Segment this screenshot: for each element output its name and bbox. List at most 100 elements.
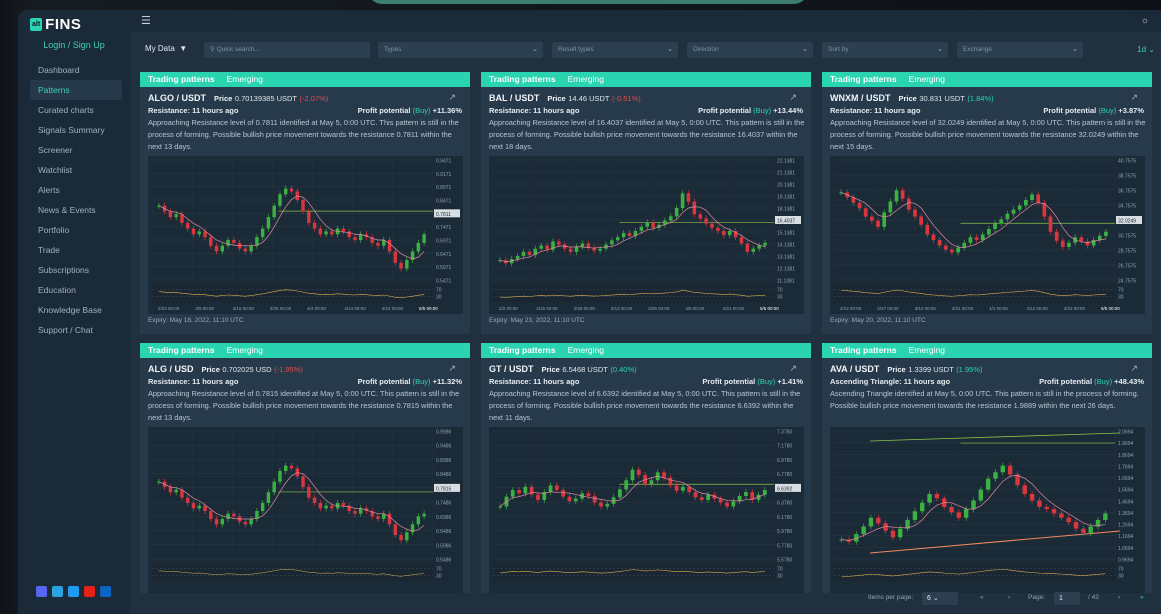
card-tab-trading-patterns[interactable]: Trading patterns <box>830 74 897 84</box>
sidebar-item-knowledge-base[interactable]: Knowledge Base <box>30 300 122 320</box>
telegram-icon[interactable] <box>52 586 63 597</box>
price-change: (0.40%) <box>610 365 637 374</box>
sidebar-item-watchlist[interactable]: Watchlist <box>30 160 122 180</box>
page-input[interactable]: 1 <box>1054 592 1080 605</box>
card-tab-emerging[interactable]: Emerging <box>568 345 604 355</box>
settings-icon[interactable]: ☼ <box>1141 15 1149 25</box>
pair-name[interactable]: AVA / USDT <box>830 364 879 374</box>
pattern-description: Approaching Resistance level of 6.6392 i… <box>489 389 801 422</box>
linkedin-icon[interactable] <box>100 586 111 597</box>
youtube-icon[interactable] <box>84 586 95 597</box>
price-value: 0.702025 USD <box>222 365 272 374</box>
price-chart[interactable]: 22.1381 21.1381 20.1381 19.1381 18.1381 16.40… <box>489 156 804 314</box>
sidebar-item-screener[interactable]: Screener <box>30 140 122 160</box>
first-page-icon[interactable]: « <box>980 594 984 601</box>
pair-name[interactable]: WNXM / USDT <box>830 93 891 103</box>
candle-body <box>586 493 591 496</box>
share-icon[interactable]: ↗ <box>448 92 456 103</box>
pair-name[interactable]: GT / USDT <box>489 364 534 374</box>
sidebar-item-education[interactable]: Education <box>30 280 122 300</box>
pair-name[interactable]: BAL / USDT <box>489 93 539 103</box>
share-icon[interactable]: ↗ <box>789 363 797 374</box>
direction-select[interactable]: Direction ⌄ <box>687 42 813 58</box>
price-chart[interactable]: 2.0694 1.9694 1.8694 1.7694 1.6694 1.5694 1.46… <box>830 427 1145 593</box>
card-tab-emerging[interactable]: Emerging <box>227 345 263 355</box>
last-page-icon[interactable]: » <box>1140 594 1144 601</box>
card-tab-emerging[interactable]: Emerging <box>909 345 945 355</box>
card-tab-trading-patterns[interactable]: Trading patterns <box>830 345 897 355</box>
my-data-filter[interactable]: My Data ▼ <box>145 44 187 53</box>
candle-body <box>529 486 534 495</box>
pair-name[interactable]: ALG / USD <box>148 364 194 374</box>
search-input[interactable]: ⚲ Quick search... <box>204 42 370 58</box>
pattern-card[interactable]: Trading patterns Emerging GT / USDT Price 6… <box>481 343 811 593</box>
share-icon[interactable]: ↗ <box>448 363 456 374</box>
share-icon[interactable]: ↗ <box>1130 92 1138 103</box>
candle-body <box>1000 465 1005 473</box>
candle-body <box>876 517 881 524</box>
card-tab-trading-patterns[interactable]: Trading patterns <box>489 345 556 355</box>
share-icon[interactable]: ↗ <box>789 92 797 103</box>
prev-page-icon[interactable]: ‹ <box>1008 594 1010 601</box>
price-chart[interactable]: 0.9471 0.9171 0.8971 0.8471 0.7811 0.7471 0.69… <box>148 156 463 314</box>
x-tick-label: 3/21 00:00 <box>952 306 974 311</box>
pattern-description: Approaching Resistance level of 0.7815 i… <box>148 389 460 422</box>
sidebar-item-patterns[interactable]: Patterns <box>30 80 122 100</box>
sidebar-item-dashboard[interactable]: Dashboard <box>30 60 122 80</box>
rsi-level-label: 70 <box>777 287 783 293</box>
card-tab-emerging[interactable]: Emerging <box>568 74 604 84</box>
sidebar-item-trade[interactable]: Trade <box>30 240 122 260</box>
price-chart[interactable]: 40.7575 38.7575 36.7575 34.7575 32.0249 30.75… <box>830 156 1145 314</box>
price-chart[interactable]: 0.9986 0.9486 0.8986 0.8486 0.7815 0.7486 0.69… <box>148 427 463 593</box>
price-label: Price <box>887 365 906 374</box>
y-tick-label: 0.8971 <box>436 185 452 191</box>
twitter-icon[interactable] <box>68 586 79 597</box>
my-data-label: My Data <box>145 44 175 53</box>
discord-icon[interactable] <box>36 586 47 597</box>
card-tab-trading-patterns[interactable]: Trading patterns <box>148 74 215 84</box>
result-types-select[interactable]: Result types ⌄ <box>552 42 678 58</box>
candle-body <box>376 242 380 246</box>
sidebar-item-signals-summary[interactable]: Signals Summary <box>30 120 122 140</box>
rsi-level-label: 30 <box>777 574 783 580</box>
sidebar-item-alerts[interactable]: Alerts <box>30 180 122 200</box>
candle-body <box>1059 513 1064 518</box>
pattern-card[interactable]: Trading patterns Emerging ALG / USD Price 0… <box>140 343 470 593</box>
y-tick-label: 0.8986 <box>436 458 452 464</box>
sidebar-item-news-events[interactable]: News & Events <box>30 200 122 220</box>
price-chart[interactable]: 7.3780 7.1780 6.9780 6.7780 6.6392 6.3780 6.17… <box>489 427 804 593</box>
pair-name[interactable]: ALGO / USDT <box>148 93 206 103</box>
logo[interactable]: alt FINS <box>30 16 81 33</box>
login-link[interactable]: Login / Sign Up <box>18 40 130 50</box>
pattern-card[interactable]: Trading patterns Emerging ALGO / USDT Price… <box>140 72 470 334</box>
next-page-icon[interactable]: › <box>1118 594 1120 601</box>
candle-body <box>416 516 421 525</box>
hamburger-icon[interactable]: ☰ <box>141 14 151 27</box>
candle-body <box>645 222 649 227</box>
types-select[interactable]: Types ⌄ <box>378 42 543 58</box>
candle-body <box>950 249 954 253</box>
y-tick-label: 30.7575 <box>1118 234 1136 240</box>
share-icon[interactable]: ↗ <box>1130 363 1138 374</box>
sidebar-item-curated-charts[interactable]: Curated charts <box>30 100 122 120</box>
timeframe-select[interactable]: 1d ⌄ <box>1137 45 1155 54</box>
sidebar-item-portfolio[interactable]: Portfolio <box>30 220 122 240</box>
candle-body <box>681 486 685 491</box>
pattern-description: Approaching Resistance level of 16.4037 … <box>489 118 805 151</box>
sidebar-item-support-chat[interactable]: Support / Chat <box>30 320 122 340</box>
pattern-card[interactable]: Trading patterns Emerging AVA / USDT Price … <box>822 343 1152 593</box>
card-tab-trading-patterns[interactable]: Trading patterns <box>148 345 215 355</box>
y-tick-label: 0.8486 <box>436 472 452 478</box>
sidebar-item-subscriptions[interactable]: Subscriptions <box>30 260 122 280</box>
pattern-card[interactable]: Trading patterns Emerging WNXM / USDT Price… <box>822 72 1152 334</box>
items-per-page-select[interactable]: 6 ⌄ <box>922 592 958 605</box>
card-tab-emerging[interactable]: Emerging <box>227 74 263 84</box>
sort-by-select[interactable]: Sort by ⌄ <box>822 42 948 58</box>
candle-body <box>674 485 679 491</box>
card-tab-trading-patterns[interactable]: Trading patterns <box>489 74 556 84</box>
y-tick-label: 0.7486 <box>436 501 452 507</box>
card-tab-emerging[interactable]: Emerging <box>909 74 945 84</box>
app-window: alt FINS Login / Sign Up Dashboard Patter… <box>18 10 1161 614</box>
exchange-select[interactable]: Exchange ⌄ <box>957 42 1083 58</box>
pattern-card[interactable]: Trading patterns Emerging BAL / USDT Price … <box>481 72 811 334</box>
